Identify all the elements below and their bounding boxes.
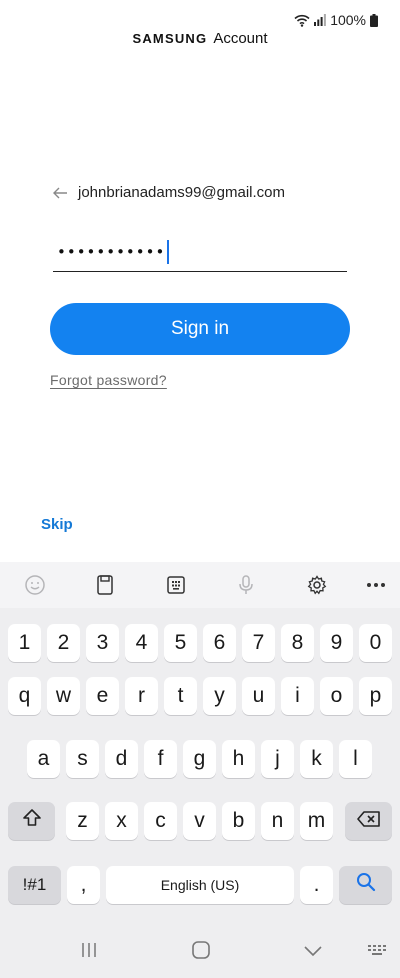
samsung-logo: SAMSUNG xyxy=(132,31,208,46)
key-i[interactable]: i xyxy=(281,677,314,715)
key-5[interactable]: 5 xyxy=(164,624,197,662)
key-a[interactable]: a xyxy=(27,740,60,778)
backspace-icon xyxy=(356,809,381,833)
password-value: ••••••••••• xyxy=(57,242,166,261)
search-key[interactable] xyxy=(339,866,392,904)
comma-key[interactable]: , xyxy=(67,866,100,904)
battery-percent: 100% xyxy=(330,12,366,28)
settings-gear-icon[interactable] xyxy=(305,573,329,597)
keyboard: 1 2 3 4 5 6 7 8 9 0 q w e r t y u i o p … xyxy=(0,562,400,978)
key-e[interactable]: e xyxy=(86,677,119,715)
keyboard-switch-icon[interactable] xyxy=(367,944,387,963)
forgot-password-link[interactable]: Forgot password? xyxy=(50,372,167,388)
keyboard-toolbar xyxy=(0,562,400,608)
key-k[interactable]: k xyxy=(300,740,333,778)
key-7[interactable]: 7 xyxy=(242,624,275,662)
key-o[interactable]: o xyxy=(320,677,353,715)
key-h[interactable]: h xyxy=(222,740,255,778)
text-cursor xyxy=(167,239,170,264)
home-icon[interactable] xyxy=(192,941,210,964)
account-email-row: johnbrianadams99@gmail.com xyxy=(52,184,285,201)
more-options-icon[interactable] xyxy=(364,573,388,597)
key-z[interactable]: z xyxy=(66,802,99,840)
shift-icon xyxy=(22,808,42,834)
key-t[interactable]: t xyxy=(164,677,197,715)
key-p[interactable]: p xyxy=(359,677,392,715)
status-icons: 100% xyxy=(294,12,378,28)
key-v[interactable]: v xyxy=(183,802,216,840)
key-w[interactable]: w xyxy=(47,677,80,715)
period-key[interactable]: . xyxy=(300,866,333,904)
account-email: johnbrianadams99@gmail.com xyxy=(78,184,285,201)
shift-key[interactable] xyxy=(8,802,55,840)
microphone-icon[interactable] xyxy=(234,573,258,597)
key-9[interactable]: 9 xyxy=(320,624,353,662)
key-8[interactable]: 8 xyxy=(281,624,314,662)
key-g[interactable]: g xyxy=(183,740,216,778)
hide-keyboard-chevron-icon[interactable] xyxy=(303,944,323,962)
key-y[interactable]: y xyxy=(203,677,236,715)
key-3[interactable]: 3 xyxy=(86,624,119,662)
emoji-icon[interactable] xyxy=(23,573,47,597)
backspace-key[interactable] xyxy=(345,802,392,840)
key-d[interactable]: d xyxy=(105,740,138,778)
search-icon xyxy=(356,872,376,898)
key-2[interactable]: 2 xyxy=(47,624,80,662)
battery-icon xyxy=(370,13,378,27)
signin-button[interactable]: Sign in xyxy=(50,303,350,355)
key-b[interactable]: b xyxy=(222,802,255,840)
key-l[interactable]: l xyxy=(339,740,372,778)
key-m[interactable]: m xyxy=(300,802,333,840)
key-6[interactable]: 6 xyxy=(203,624,236,662)
symbols-key[interactable]: !#1 xyxy=(8,866,61,904)
key-u[interactable]: u xyxy=(242,677,275,715)
app-header: SAMSUNG Account xyxy=(0,30,400,47)
key-c[interactable]: c xyxy=(144,802,177,840)
back-arrow-icon[interactable] xyxy=(52,186,68,200)
key-f[interactable]: f xyxy=(144,740,177,778)
key-x[interactable]: x xyxy=(105,802,138,840)
key-s[interactable]: s xyxy=(66,740,99,778)
recent-apps-icon[interactable] xyxy=(81,942,97,963)
keyboard-mode-icon[interactable] xyxy=(164,573,188,597)
space-key[interactable]: English (US) xyxy=(106,866,294,904)
system-nav-bar xyxy=(0,928,400,978)
skip-link[interactable]: Skip xyxy=(41,516,73,533)
header-title: Account xyxy=(213,30,268,47)
signal-icon xyxy=(314,14,327,26)
key-1[interactable]: 1 xyxy=(8,624,41,662)
key-4[interactable]: 4 xyxy=(125,624,158,662)
password-field[interactable]: ••••••••••• xyxy=(53,232,347,272)
clipboard-icon[interactable] xyxy=(93,573,117,597)
key-0[interactable]: 0 xyxy=(359,624,392,662)
key-q[interactable]: q xyxy=(8,677,41,715)
key-n[interactable]: n xyxy=(261,802,294,840)
key-r[interactable]: r xyxy=(125,677,158,715)
wifi-icon xyxy=(294,14,310,27)
key-j[interactable]: j xyxy=(261,740,294,778)
